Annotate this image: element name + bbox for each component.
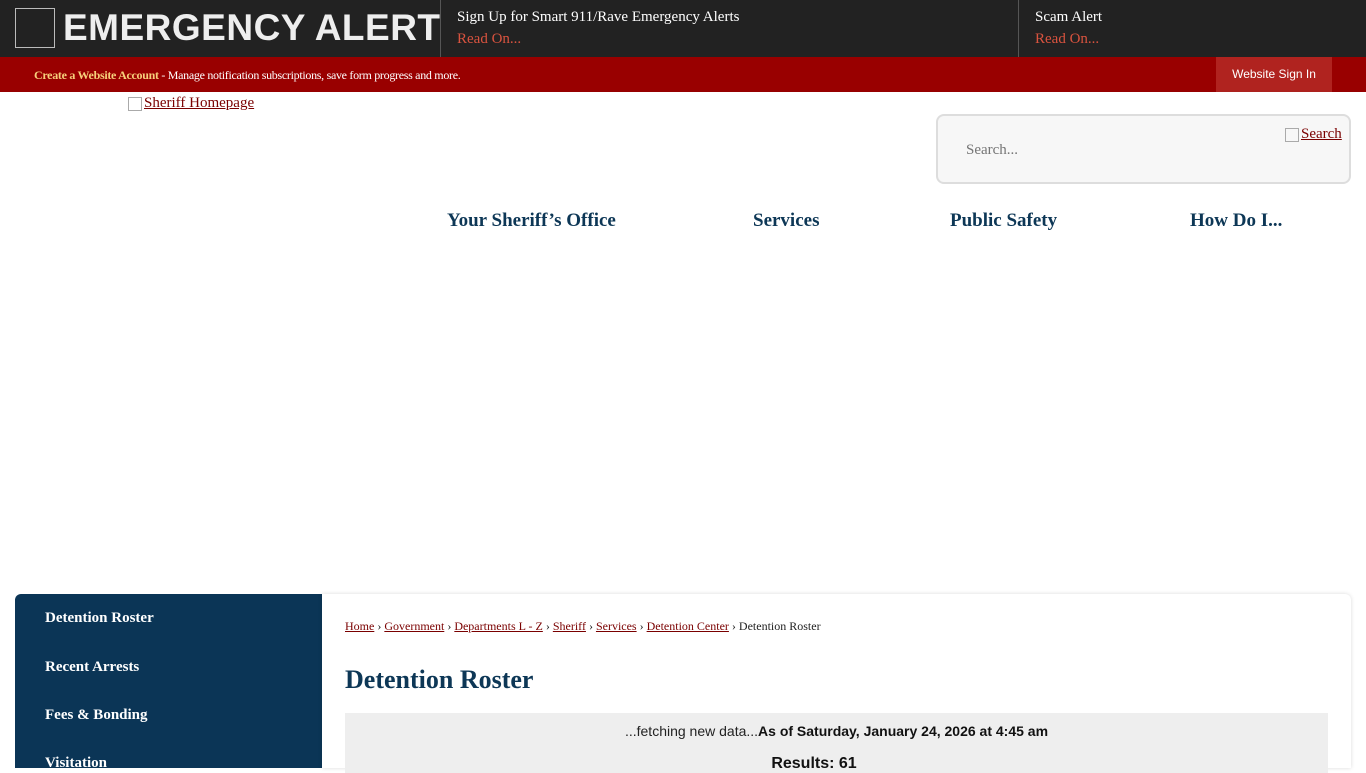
search-box: Search	[936, 114, 1351, 184]
search-button-label[interactable]: Search	[1301, 126, 1342, 143]
search-input[interactable]	[966, 142, 1266, 159]
breadcrumb-home[interactable]: Home	[345, 619, 374, 633]
breadcrumb-separator: ›	[731, 619, 736, 633]
search-button[interactable]: Search	[1285, 126, 1342, 143]
fetching-text: ...fetching new data...	[624, 723, 759, 739]
breadcrumb-separator: ›	[545, 619, 550, 633]
roster-panel: ...fetching new data...As of Saturday, J…	[345, 713, 1328, 773]
nav-how-do-i[interactable]: How Do I...	[1190, 210, 1282, 232]
emergency-alert-title: EMERGENCY ALERT	[63, 7, 441, 48]
emergency-alert-bar: EMERGENCY ALERT Sign Up for Smart 911/Ra…	[0, 0, 1366, 57]
breadcrumb-sheriff[interactable]: Sheriff	[553, 619, 586, 633]
breadcrumb-separator: ›	[377, 619, 382, 633]
nav-your-sheriffs-office[interactable]: Your Sheriff’s Office	[447, 210, 616, 232]
page-title: Detention Roster	[345, 665, 534, 694]
broken-image-icon	[1285, 127, 1299, 142]
nav-public-safety[interactable]: Public Safety	[950, 210, 1057, 232]
side-nav-recent-arrests[interactable]: Recent Arrests	[45, 659, 139, 676]
alert-divider	[440, 0, 441, 57]
alert-item-title[interactable]: Scam Alert	[1035, 8, 1102, 26]
results-count: Results: 61	[771, 755, 857, 772]
breadcrumb-services[interactable]: Services	[596, 619, 637, 633]
alert-item-smart911[interactable]: Sign Up for Smart 911/Rave Emergency Ale…	[457, 8, 739, 49]
sheriff-homepage-logo-link[interactable]: Sheriff Homepage	[128, 95, 254, 112]
breadcrumb-separator: ›	[447, 619, 452, 633]
banner-area	[0, 260, 1366, 594]
alert-image-icon	[15, 8, 55, 48]
breadcrumb-government[interactable]: Government	[384, 619, 444, 633]
side-navigation: Detention Roster Recent Arrests Fees & B…	[15, 594, 322, 771]
as-of-timestamp: As of Saturday, January 24, 2026 at 4:45…	[758, 723, 1049, 739]
create-account-link[interactable]: Create a Website Account	[34, 68, 159, 82]
nav-services[interactable]: Services	[753, 210, 819, 232]
alert-divider	[1018, 0, 1019, 57]
alert-item-title[interactable]: Sign Up for Smart 911/Rave Emergency Ale…	[457, 8, 739, 26]
broken-image-icon	[128, 96, 142, 111]
website-sign-in-button[interactable]: Website Sign In	[1216, 57, 1332, 92]
account-bar: Create a Website Account - Manage notifi…	[0, 57, 1366, 92]
breadcrumb-separator: ›	[639, 619, 644, 633]
alert-read-on-link[interactable]: Read On...	[1035, 29, 1102, 49]
account-description: - Manage notification subscriptions, sav…	[158, 68, 461, 82]
side-nav-fees-bonding[interactable]: Fees & Bonding	[45, 707, 148, 724]
breadcrumb-departments[interactable]: Departments L - Z	[454, 619, 543, 633]
breadcrumb-current: Detention Roster	[738, 619, 821, 633]
account-message: Create a Website Account - Manage notifi…	[34, 68, 461, 83]
side-nav-visitation[interactable]: Visitation	[45, 755, 107, 772]
breadcrumb-detention-center[interactable]: Detention Center	[647, 619, 729, 633]
roster-status: ...fetching new data...As of Saturday, J…	[345, 723, 1328, 739]
main-content: Home › Government › Departments L - Z › …	[322, 594, 1351, 773]
alert-read-on-link[interactable]: Read On...	[457, 29, 739, 49]
site-header: Sheriff Homepage Search Your Sheriff’s O…	[0, 92, 1366, 260]
side-nav-detention-roster[interactable]: Detention Roster	[45, 610, 154, 627]
alert-item-scam[interactable]: Scam Alert Read On...	[1035, 8, 1102, 49]
breadcrumb: Home › Government › Departments L - Z › …	[345, 619, 821, 634]
breadcrumb-separator: ›	[588, 619, 593, 633]
logo-alt-text[interactable]: Sheriff Homepage	[144, 95, 254, 112]
